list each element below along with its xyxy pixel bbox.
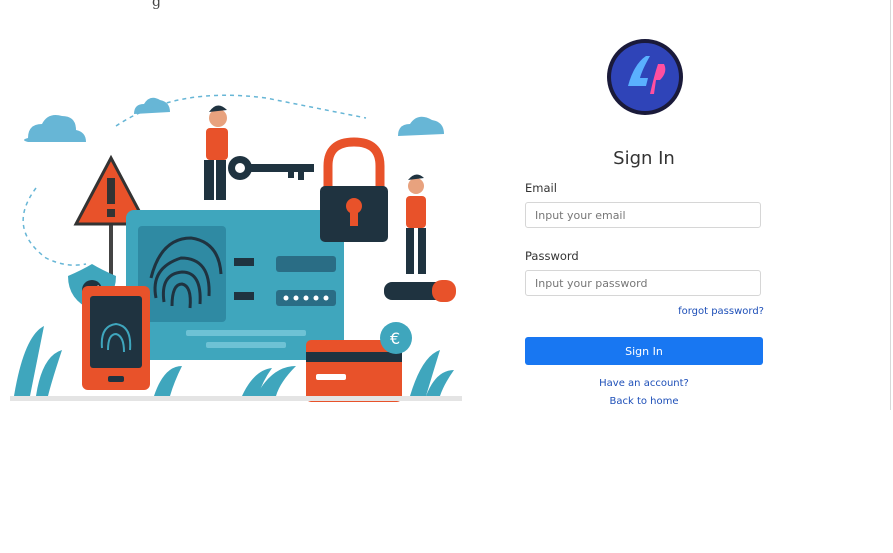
have-account-link[interactable]: Have an account?	[524, 378, 764, 389]
app-logo	[606, 38, 684, 116]
security-illustration: €	[10, 94, 462, 402]
fingerprint-panel	[126, 210, 344, 360]
page-title: Sign In	[613, 148, 675, 169]
password-label: Password	[525, 249, 579, 263]
password-field[interactable]	[525, 270, 761, 296]
sign-in-button[interactable]: Sign In	[525, 337, 763, 365]
svg-text:€: €	[390, 329, 400, 348]
person-with-usb	[384, 174, 456, 302]
key-icon	[228, 156, 314, 180]
ground-line	[10, 396, 462, 401]
padlock-icon	[320, 137, 388, 242]
phone-icon	[82, 286, 150, 390]
forgot-password-link[interactable]: forgot password?	[678, 306, 764, 317]
back-to-home-link[interactable]: Back to home	[524, 396, 764, 407]
email-label: Email	[525, 181, 557, 195]
email-field[interactable]	[525, 202, 761, 228]
scrollbar-edge	[890, 0, 891, 410]
person-with-key	[204, 105, 228, 200]
clipped-top-text: g	[152, 0, 161, 10]
